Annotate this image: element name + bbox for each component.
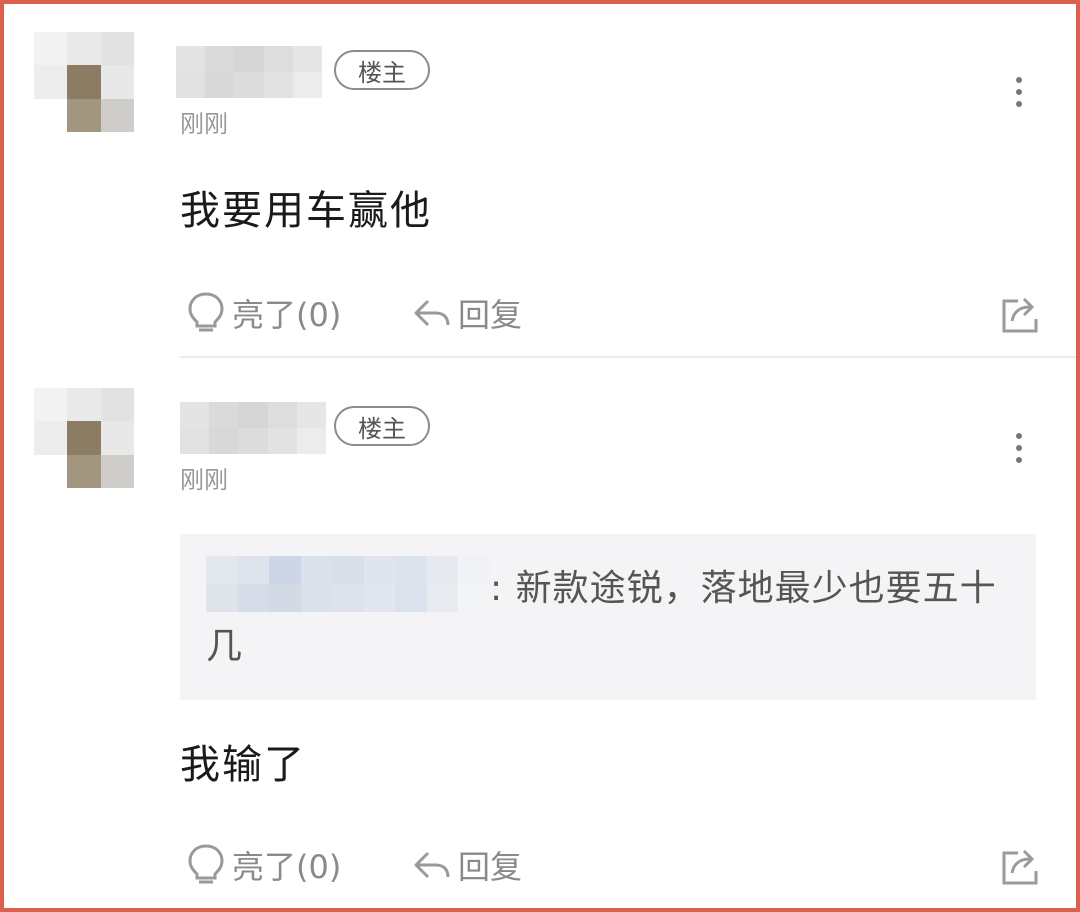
action-bar: 亮了(0) 回复 xyxy=(184,288,1064,338)
like-button[interactable]: 亮了(0) xyxy=(184,288,341,338)
avatar[interactable] xyxy=(34,388,134,488)
lightbulb-icon xyxy=(188,844,224,884)
share-icon xyxy=(1002,297,1038,333)
reply-arrow-icon xyxy=(414,299,450,327)
timestamp: 刚刚 xyxy=(180,466,228,494)
comment-item: 楼主 刚刚 我要用车赢他 亮了(0) 回复 xyxy=(4,32,1076,354)
avatar[interactable] xyxy=(34,32,134,132)
reply-arrow-icon xyxy=(414,851,450,879)
more-vertical-icon[interactable] xyxy=(1004,72,1034,112)
reply-button[interactable]: 回复 xyxy=(410,840,522,890)
username-blurred[interactable] xyxy=(180,402,326,454)
comment-text: 我要用车赢他 xyxy=(180,188,432,234)
action-bar: 亮了(0) 回复 xyxy=(184,840,1064,890)
like-label: 亮了(0) xyxy=(232,296,342,334)
comment-item: 楼主 刚刚 : 新款途锐，落地最少也要五十几 我输了 亮了(0) 回复 xyxy=(4,388,1076,888)
reply-label: 回复 xyxy=(458,848,523,886)
lightbulb-icon xyxy=(188,292,224,332)
comment-divider xyxy=(180,356,1076,358)
reply-button[interactable]: 回复 xyxy=(410,288,522,338)
like-button[interactable]: 亮了(0) xyxy=(184,840,341,890)
comment-text: 我输了 xyxy=(180,742,306,788)
quoted-text: : 新款途锐，落地最少也要五十几 xyxy=(206,568,997,667)
timestamp: 刚刚 xyxy=(180,110,228,138)
reply-label: 回复 xyxy=(458,296,523,334)
username-blurred[interactable] xyxy=(176,46,322,98)
screenshot-frame: 楼主 刚刚 我要用车赢他 亮了(0) 回复 楼主 刚刚: 新款途锐，落地最少也… xyxy=(0,0,1080,912)
share-button[interactable] xyxy=(998,290,1046,340)
like-label: 亮了(0) xyxy=(232,848,342,886)
quoted-comment[interactable]: : 新款途锐，落地最少也要五十几 xyxy=(180,534,1036,700)
more-vertical-icon[interactable] xyxy=(1004,428,1034,468)
share-button[interactable] xyxy=(998,842,1046,892)
share-icon xyxy=(1002,849,1038,885)
op-badge: 楼主 xyxy=(334,406,430,446)
op-badge: 楼主 xyxy=(334,50,430,90)
